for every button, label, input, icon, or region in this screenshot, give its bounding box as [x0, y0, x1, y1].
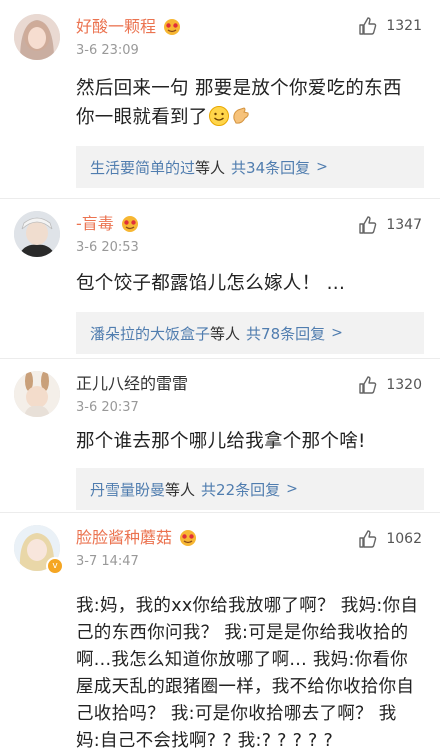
comment-item: -盲毒 3-6 20:53 1347 包个饺子都露馅儿怎么嫁人！ ... 潘朵拉…	[0, 199, 440, 359]
vip-emoji-icon	[120, 215, 140, 233]
avatar[interactable]	[14, 211, 60, 257]
comment-item: 好酸一颗程 3-6 23:09 1321 然后回来一句 那要是放个你爱吃的东西 …	[0, 0, 440, 199]
comment-time: 3-6 23:09	[76, 43, 139, 58]
comment-time: 3-6 20:37	[76, 400, 139, 415]
reply-count-link[interactable]: 共34条回复	[231, 157, 310, 178]
like-button[interactable]: 1062	[358, 529, 422, 549]
vip-emoji-icon	[178, 529, 198, 547]
comment-text: 然后回来一句 那要是放个你爱吃的东西 你一眼就看到了	[76, 78, 402, 128]
reply-connector: 等人	[210, 324, 241, 343]
comment-text: 包个饺子都露馅儿怎么嫁人！ ...	[76, 273, 346, 294]
reply-summary[interactable]: 生活要简单的过 等人 共34条回复 >	[76, 146, 424, 188]
user-name[interactable]: 好酸一颗程	[76, 17, 156, 37]
user-name[interactable]: -盲毒	[76, 214, 114, 234]
reply-connector: 等人	[195, 158, 226, 177]
reply-user-link[interactable]: 生活要简单的过	[90, 157, 195, 178]
comment-time: 3-6 20:53	[76, 240, 139, 255]
thumbs-up-icon	[359, 376, 377, 394]
chevron-right-icon: >	[286, 481, 298, 497]
like-button[interactable]: 1347	[358, 215, 422, 235]
thumbs-up-icon	[359, 216, 377, 234]
reply-user-link[interactable]: 丹雪量盼曼	[90, 479, 165, 500]
thumbs-up-icon	[359, 17, 377, 35]
avatar[interactable]	[14, 14, 60, 60]
like-button[interactable]: 1321	[358, 16, 422, 36]
like-count: 1320	[386, 377, 422, 393]
reply-count-link[interactable]: 共78条回复	[246, 323, 325, 344]
comment-text: 我:妈，我的xx你给我放哪了啊？ 我妈:你自己的东西你问我？ 我:可是是你给我收…	[76, 596, 419, 751]
user-name[interactable]: 正儿八经的雷雷	[76, 374, 188, 394]
like-count: 1321	[386, 18, 422, 34]
avatar[interactable]	[14, 371, 60, 417]
clap-emoji-icon	[230, 105, 252, 127]
reply-count-link[interactable]: 共22条回复	[201, 479, 280, 500]
reply-summary[interactable]: 丹雪量盼曼 等人 共22条回复 >	[76, 468, 424, 510]
smile-emoji-icon	[208, 105, 230, 127]
verified-badge-icon: v	[46, 557, 64, 575]
thumbs-up-icon	[359, 530, 377, 548]
reply-connector: 等人	[165, 480, 196, 499]
reply-summary[interactable]: 潘朵拉的大饭盒子 等人 共78条回复 >	[76, 312, 424, 354]
like-count: 1347	[386, 217, 422, 233]
reply-user-link[interactable]: 潘朵拉的大饭盒子	[90, 323, 210, 344]
chevron-right-icon: >	[316, 159, 328, 175]
comment-text: 那个谁去那个哪儿给我拿个那个啥!	[76, 431, 366, 452]
vip-emoji-icon	[162, 18, 182, 36]
chevron-right-icon: >	[331, 325, 343, 341]
user-name[interactable]: 脸脸酱种蘑菇	[76, 528, 172, 548]
comment-time: 3-7 14:47	[76, 554, 139, 569]
comment-item: v 脸脸酱种蘑菇 3-7 14:47 1062 我:妈，我的xx你给我放哪了啊？…	[0, 513, 440, 751]
like-count: 1062	[386, 531, 422, 547]
like-button[interactable]: 1320	[358, 375, 422, 395]
comment-item: 正儿八经的雷雷 3-6 20:37 1320 那个谁去那个哪儿给我拿个那个啥! …	[0, 359, 440, 513]
